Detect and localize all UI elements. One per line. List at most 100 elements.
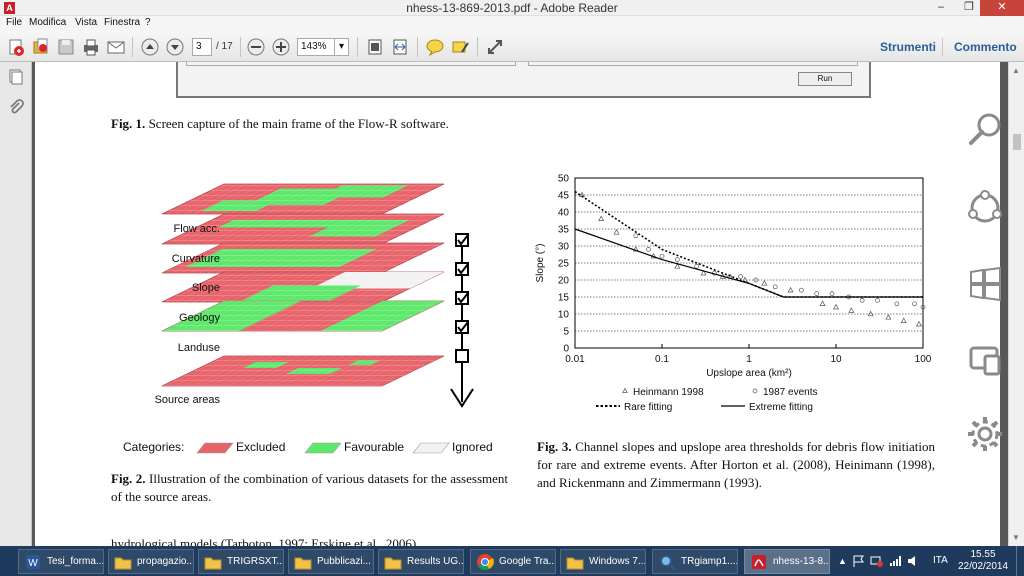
menu-modifica[interactable]: Modifica — [29, 17, 66, 28]
taskbar-item[interactable]: Windows 7... — [560, 549, 646, 574]
layer-label: Landuse — [178, 342, 220, 354]
minimize-button[interactable]: – — [928, 0, 954, 16]
clock[interactable]: 15.55 22/02/2014 — [958, 546, 1008, 576]
taskbar-item-label: propagazio... — [137, 556, 194, 567]
zoom-out-icon[interactable] — [246, 37, 266, 57]
toolbar: 3 / 17 143% ▾ Strumenti Commento — [0, 31, 1024, 62]
taskbar-item[interactable]: Results UG... — [378, 549, 464, 574]
fig3-caption-text: Channel slopes and upslope area threshol… — [537, 439, 936, 490]
clock-time: 15.55 — [970, 549, 996, 560]
categories-legend: Categories: — [123, 440, 184, 454]
triangle-point — [761, 280, 768, 286]
x-tick-label: 0.1 — [655, 354, 669, 365]
menu-finestra[interactable]: Finestra — [104, 17, 140, 28]
close-button[interactable]: ✕ — [980, 0, 1024, 16]
next-page-icon[interactable] — [165, 37, 185, 57]
menu-file[interactable]: File — [6, 17, 22, 28]
language-indicator[interactable]: ITA — [933, 546, 948, 576]
fig1-screen-capture: Run — [176, 62, 871, 98]
network-warning-icon[interactable] — [870, 554, 884, 568]
slope-area-chart: 0 5 10 15 20 25 30 35 40 45 50 0.01 0.1 1 10 100 Upslope… — [535, 174, 932, 414]
email-icon[interactable] — [106, 37, 126, 57]
legend-item: Extreme fitting — [721, 402, 813, 413]
taskbar-item[interactable]: W Tesi_forma... — [18, 549, 104, 574]
taskbar-item[interactable]: propagazio... — [108, 549, 194, 574]
wifi-signal-icon[interactable] — [888, 554, 902, 568]
scroll-up-icon[interactable]: ▲ — [1012, 66, 1020, 75]
x-tick-label: 0.01 — [565, 354, 585, 365]
x-axis-label: Upslope area (km²) — [706, 368, 792, 379]
taskbar-item[interactable]: Pubblicazi... — [288, 549, 374, 574]
flag-icon[interactable] — [852, 554, 866, 568]
triangle-point — [900, 317, 907, 323]
legend-item: Heinmann 1998 — [622, 387, 704, 398]
settings-charm-icon[interactable] — [963, 412, 1007, 456]
menu-vista[interactable]: Vista — [75, 17, 97, 28]
devices-charm-icon[interactable] — [963, 338, 1007, 382]
taskbar-item[interactable]: TRIGRSXT... — [198, 549, 284, 574]
adobe-reader-icon — [752, 555, 766, 569]
circle-point — [633, 233, 639, 239]
tools-link[interactable]: Strumenti — [880, 40, 936, 54]
layer-label: Source areas — [155, 394, 221, 406]
create-pdf-icon[interactable] — [6, 37, 26, 57]
open-file-icon[interactable] — [31, 37, 51, 57]
start-charm-icon[interactable] — [963, 262, 1007, 306]
show-hidden-icons-icon[interactable]: ▲ — [838, 556, 847, 576]
taskbar-item[interactable]: Google Tra... — [470, 549, 556, 574]
taskbar-item[interactable]: TRgiamp1.... — [652, 549, 738, 574]
legend-label: Extreme fitting — [749, 402, 813, 413]
triangle-point — [885, 314, 892, 320]
sticky-note-icon[interactable] — [425, 37, 445, 57]
taskbar-item-label: Results UG... — [407, 556, 464, 567]
x-tick-label: 10 — [830, 354, 842, 365]
show-desktop-button[interactable] — [1016, 546, 1024, 576]
category-swatch — [196, 442, 234, 454]
zoom-level-input[interactable]: 143% — [297, 38, 335, 56]
y-tick-label: 40 — [558, 208, 570, 219]
layer-1 — [161, 183, 445, 215]
attachment-icon[interactable] — [7, 98, 25, 116]
pages-panel-icon[interactable] — [7, 68, 25, 86]
layer-label: Curvature — [172, 253, 220, 265]
highlight-icon[interactable] — [450, 37, 470, 57]
fig1-caption: Fig. 1. Screen capture of the main frame… — [111, 116, 449, 132]
taskbar-item-label: nhess-13-8... — [773, 556, 830, 567]
fit-width-icon[interactable] — [390, 37, 410, 57]
maximize-button[interactable]: ❐ — [956, 0, 982, 16]
y-tick-label: 0 — [563, 344, 569, 355]
fit-page-icon[interactable] — [365, 37, 385, 57]
legend-label: Heinmann 1998 — [633, 387, 704, 398]
triangle-point — [787, 286, 794, 293]
expand-icon[interactable] — [485, 37, 505, 57]
page-total: / 17 — [216, 41, 233, 52]
document-viewport[interactable]: Run Fig. 1. Screen capture of the main f… — [32, 62, 1008, 546]
y-tick-label: 50 — [558, 174, 570, 185]
circle-point — [875, 298, 880, 303]
category-label: Favourable — [344, 440, 405, 454]
chevron-down-icon: ▾ — [338, 41, 345, 52]
taskbar-item[interactable]: nhess-13-8... — [744, 549, 830, 574]
circle-point — [799, 287, 804, 293]
share-charm-icon[interactable] — [963, 186, 1007, 230]
circle-point — [646, 247, 651, 252]
search-charm-icon[interactable] — [963, 108, 1007, 152]
page-number-input[interactable]: 3 — [192, 38, 212, 56]
menu-help[interactable]: ? — [145, 17, 151, 28]
clock-date: 22/02/2014 — [958, 561, 1009, 572]
triangle-point — [833, 303, 839, 310]
volume-icon[interactable] — [906, 554, 920, 568]
zoom-dropdown-button[interactable]: ▾ — [334, 38, 349, 56]
comment-link[interactable]: Commento — [954, 40, 1017, 54]
print-icon[interactable] — [81, 37, 101, 57]
svg-text:W: W — [28, 558, 38, 569]
category-label: Ignored — [452, 440, 493, 454]
zoom-in-icon[interactable] — [271, 37, 291, 57]
menu-bar: File Modifica Vista Finestra ? — [0, 16, 1024, 31]
title-bar: A nhess-13-869-2013.pdf - Adobe Reader –… — [0, 0, 1024, 16]
save-icon[interactable] — [56, 37, 76, 57]
legend-item: 1987 events — [752, 387, 818, 398]
previous-page-icon[interactable] — [140, 37, 160, 57]
scroll-down-icon[interactable]: ▼ — [1012, 533, 1020, 542]
legend-item: Rare fitting — [596, 402, 672, 413]
